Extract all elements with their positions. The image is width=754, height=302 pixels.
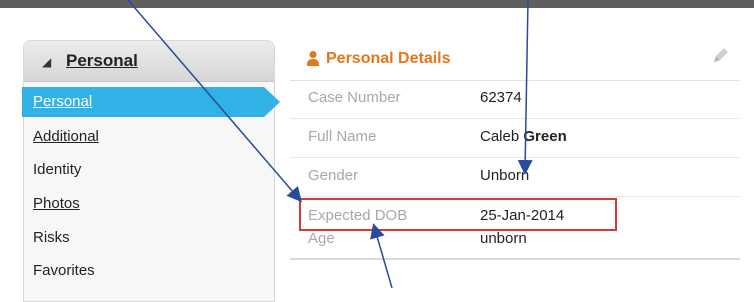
sidebar-item-label: Additional xyxy=(33,128,99,145)
sidebar-header[interactable]: ◢ Personal xyxy=(24,41,274,82)
sidebar-header-label: Personal xyxy=(66,51,138,70)
first-name: Caleb xyxy=(480,128,520,145)
sidebar-item-favorites[interactable]: Favorites xyxy=(24,255,274,287)
field-full-name: Full Name Caleb Green xyxy=(290,119,740,158)
person-icon xyxy=(307,51,319,66)
field-label: Gender xyxy=(308,167,359,184)
field-age: Age unborn xyxy=(290,228,740,260)
sidebar-item-additional[interactable]: Additional xyxy=(24,121,274,153)
last-name: Green xyxy=(523,128,567,145)
sidebar-item-personal[interactable]: Personal xyxy=(22,86,280,118)
field-gender: Gender Unborn xyxy=(290,158,740,197)
edit-pencil-icon[interactable] xyxy=(710,44,732,66)
personal-details-panel: Personal Details Case Number 62374 Full … xyxy=(290,40,754,288)
sidebar-item-label: Risks xyxy=(33,229,70,246)
sidebar: ◢ Personal Personal Additional Identity … xyxy=(22,40,280,302)
sidebar-item-photos[interactable]: Photos xyxy=(24,188,274,220)
triangle-down-icon: ◢ xyxy=(42,55,52,69)
field-value: Unborn xyxy=(480,167,530,184)
top-bar xyxy=(0,0,754,8)
field-value: 62374 xyxy=(480,89,522,106)
sidebar-item-label: Favorites xyxy=(33,262,95,279)
sidebar-item-label: Identity xyxy=(33,161,82,178)
field-label: Age xyxy=(308,230,335,247)
sidebar-item-identity[interactable]: Identity xyxy=(24,154,274,186)
expected-dob-highlight-box xyxy=(299,198,617,231)
field-case-number: Case Number 62374 xyxy=(290,80,740,119)
details-header: Personal Details xyxy=(290,40,740,81)
details-title: Personal Details xyxy=(326,50,451,67)
sidebar-item-label: Personal xyxy=(33,93,93,110)
field-value: Caleb Green xyxy=(480,128,567,145)
field-label: Case Number xyxy=(308,89,401,106)
field-value: unborn xyxy=(480,230,527,247)
field-label: Full Name xyxy=(308,128,377,145)
sidebar-item-risks[interactable]: Risks xyxy=(24,222,274,254)
sidebar-item-label: Photos xyxy=(33,195,80,212)
